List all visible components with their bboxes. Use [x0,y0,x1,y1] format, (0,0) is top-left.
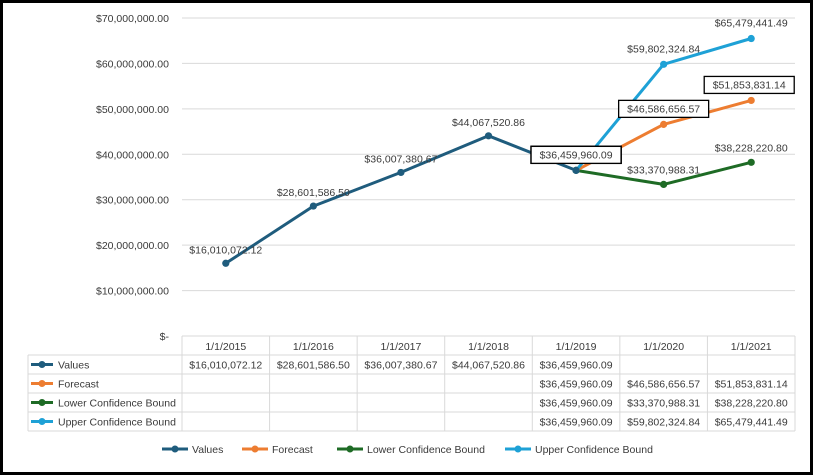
table-cell-value: $36,459,960.09 [540,379,613,391]
table-cell-value: $59,802,324.84 [627,417,700,429]
data-label: $65,479,441.49 [715,18,788,30]
table-cell-value: $36,007,380.67 [364,360,437,372]
data-point [397,168,405,177]
table-series-name: Upper Confidence Bound [58,417,176,429]
y-tick-label: $20,000,000.00 [96,240,169,252]
data-label: $33,370,988.31 [627,164,700,176]
x-category-label: 1/1/2021 [731,341,772,353]
data-point [222,259,230,267]
data-point [660,120,668,128]
y-tick-label: $60,000,000.00 [96,58,169,70]
data-label: $28,601,586.50 [277,187,350,199]
data-label: $51,853,831.14 [713,79,786,91]
table-series-name: Lower Confidence Bound [58,398,176,410]
table-cell-value: $16,010,072.12 [189,360,262,372]
table-cell-value: $38,228,220.80 [715,398,788,410]
table-cell-value: $46,586,656.57 [627,379,700,391]
data-point [747,158,755,166]
y-tick-label: $30,000,000.00 [96,195,169,207]
legend-label: Values [192,444,223,456]
x-category-label: 1/1/2019 [556,341,597,353]
x-category-label: 1/1/2017 [380,341,421,353]
y-tick-label: $10,000,000.00 [96,286,169,298]
line-chart: $- $10,000,000.00 $20,000,000.00 $30,000,00… [27,13,796,456]
y-tick-label: $70,000,000.00 [96,13,169,25]
table-legend-key-marker [38,399,46,406]
legend-key-marker [514,445,522,453]
data-label: $36,459,960.09 [540,149,613,161]
data-point [747,96,755,105]
data-point [660,60,668,68]
table-legend-key-marker [38,418,46,425]
data-point [572,166,580,174]
legend-label: Lower Confidence Bound [367,444,485,456]
data-label: $44,067,520.86 [452,117,525,129]
data-label: $38,228,220.80 [715,142,788,154]
data-point [747,34,755,43]
y-tick-label: $- [160,331,170,343]
legend-label: Forecast [272,444,313,456]
legend-key-marker [251,445,259,453]
y-tick-label: $40,000,000.00 [96,149,169,161]
x-category-label: 1/1/2015 [205,341,246,353]
table-cell-value: $33,370,988.31 [627,398,700,410]
x-category-label: 1/1/2018 [468,341,509,353]
y-tick-label: $50,000,000.00 [96,104,169,116]
data-point [309,202,317,210]
data-label: $36,007,380.67 [364,153,437,165]
table-legend-key-marker [38,361,46,368]
table-series-name: Forecast [58,379,99,391]
table-cell-value: $51,853,831.14 [715,379,788,391]
table-legend-key-marker [38,380,46,387]
x-category-label: 1/1/2016 [293,341,334,353]
table-cell-value: $65,479,441.49 [715,417,788,429]
data-point [660,180,668,189]
table-cell-value: $44,067,520.86 [452,360,525,372]
legend-key-marker [346,445,354,453]
table-cell-value: $28,601,586.50 [277,360,350,372]
data-label: $59,802,324.84 [627,43,700,55]
legend-key-marker [171,445,179,453]
table-cell-value: $36,459,960.09 [540,417,613,429]
table-series-name: Values [58,360,89,372]
data-label: $16,010,072.12 [189,244,262,256]
table-cell-value: $36,459,960.09 [540,360,613,372]
data-label: $46,586,656.57 [627,103,700,115]
legend-label: Upper Confidence Bound [535,444,653,456]
x-category-label: 1/1/2020 [643,341,684,353]
data-point [484,132,493,140]
table-cell-value: $36,459,960.09 [540,398,613,410]
